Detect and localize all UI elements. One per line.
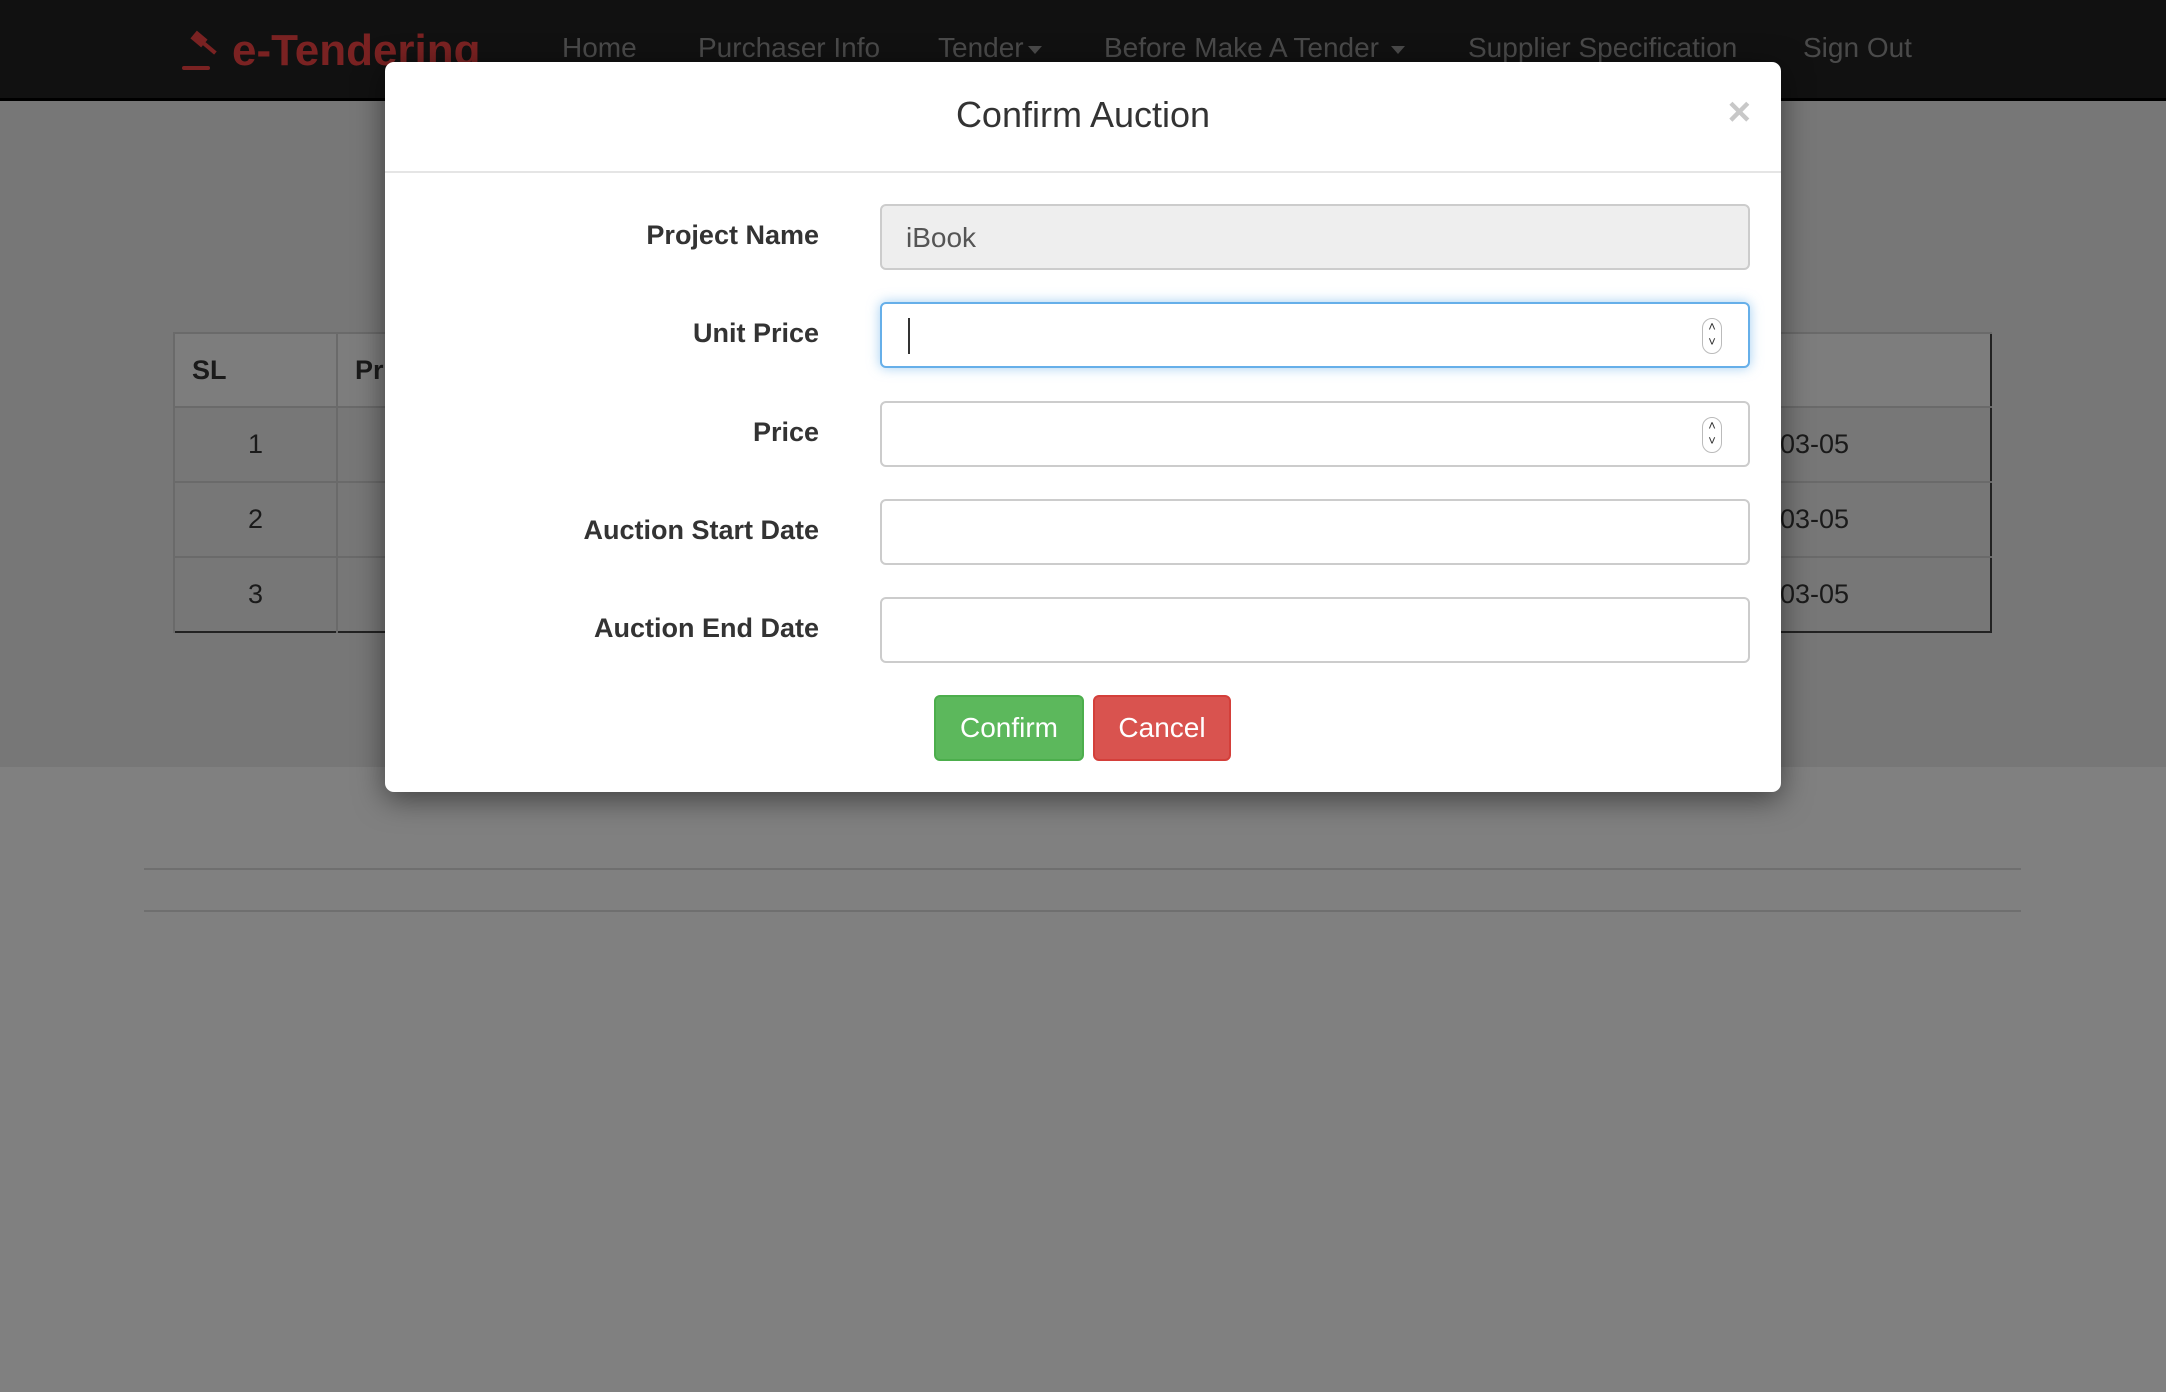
nav-before-make-a-tender[interactable]: Before Make A Tender (1104, 32, 1405, 64)
nav-tender-label: Tender (938, 32, 1024, 63)
unit-price-label: Unit Price (692, 318, 819, 348)
end-date-row: Auction End Date (385, 597, 1781, 663)
cell-sl: 3 (173, 556, 337, 632)
end-date-input[interactable] (880, 597, 1750, 663)
modal-title: Confirm Auction (955, 94, 1211, 135)
nav-before-label: Before Make A Tender (1104, 32, 1379, 63)
unit-price-row: Unit Price ˄ ˅ (385, 302, 1781, 368)
start-date-label: Auction Start Date (583, 515, 819, 545)
divider (144, 910, 2021, 912)
header-date (1778, 332, 1991, 407)
project-name-label: Project Name (646, 220, 819, 250)
close-icon[interactable]: × (1728, 90, 1751, 135)
price-label: Price (752, 417, 819, 447)
unit-price-input[interactable]: ˄ ˅ (880, 302, 1750, 368)
nav-home[interactable]: Home (562, 32, 637, 64)
start-date-input[interactable] (880, 499, 1750, 565)
cell-date: 03-05 (1778, 481, 1991, 557)
spinner-icon[interactable]: ˄ ˅ (1702, 318, 1722, 354)
cell-sl: 2 (173, 481, 337, 557)
project-name-input[interactable]: iBook (880, 204, 1750, 270)
confirm-button[interactable]: Confirm (934, 695, 1084, 761)
project-name-row: Project Name iBook (385, 204, 1781, 270)
text-cursor (908, 318, 910, 354)
nav-sign-out[interactable]: Sign Out (1803, 32, 1912, 64)
confirm-auction-modal: Confirm Auction × Project Name iBook Uni… (385, 62, 1781, 792)
caret-down-icon (1390, 45, 1405, 54)
nav-tender[interactable]: Tender (938, 32, 1042, 64)
nav-purchaser-info[interactable]: Purchaser Info (698, 32, 880, 64)
price-row: Price ˄ ˅ (385, 401, 1781, 467)
header-sl: SL (173, 332, 337, 407)
spinner-icon[interactable]: ˄ ˅ (1702, 417, 1722, 453)
cancel-button[interactable]: Cancel (1093, 695, 1231, 761)
cell-sl: 1 (173, 406, 337, 482)
cell-date: 03-05 (1778, 556, 1991, 632)
modal-header: Confirm Auction × (385, 62, 1781, 173)
gavel-icon (182, 30, 217, 70)
price-input[interactable]: ˄ ˅ (880, 401, 1750, 467)
caret-down-icon (1027, 45, 1042, 54)
divider (144, 868, 2021, 870)
nav-supplier-specification[interactable]: Supplier Specification (1468, 32, 1737, 64)
end-date-label: Auction End Date (593, 613, 819, 643)
start-date-row: Auction Start Date (385, 499, 1781, 565)
cell-date: 03-05 (1778, 406, 1991, 482)
